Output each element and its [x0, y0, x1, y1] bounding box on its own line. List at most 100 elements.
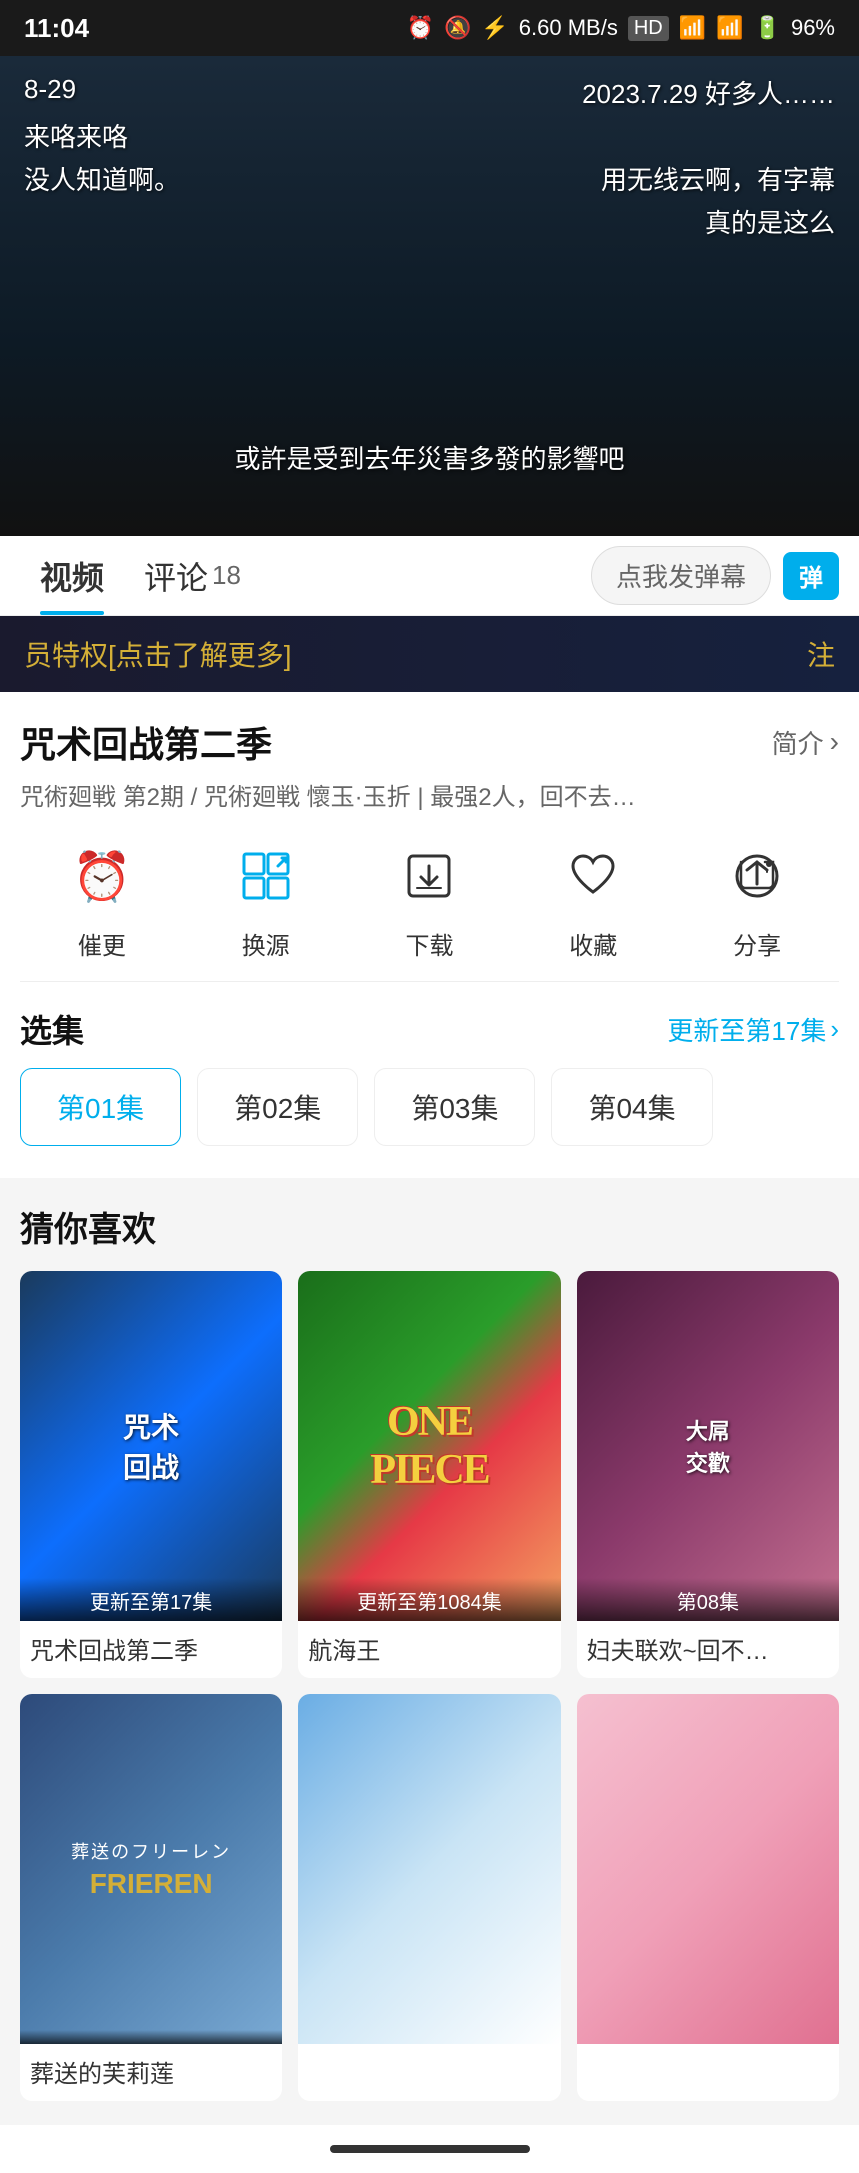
card-badge-dafu: 第08集: [577, 1578, 839, 1621]
alarm-icon: ⏰: [407, 15, 434, 41]
anime-title: 咒术回战第二季: [20, 716, 272, 768]
member-banner-text: 员特权[点击了解更多]: [24, 634, 292, 674]
update-info[interactable]: 更新至第17集 ›: [667, 1011, 839, 1048]
op-logo: ONEPIECE: [370, 1398, 488, 1494]
chevron-right-icon: ›: [830, 1014, 839, 1045]
remind-icon: ⏰: [62, 836, 142, 916]
danmu-row-3: 没人知道啊。 用无线云啊，有字幕: [24, 160, 835, 197]
recommend-card-dafu[interactable]: 大屌交歡 第08集 妇夫联欢~回不…: [577, 1271, 839, 1678]
card-title-dafu: 妇夫联欢~回不…: [577, 1621, 839, 1678]
danmu-row-2: 来咯来咯: [24, 117, 835, 154]
share-button[interactable]: 分享: [717, 836, 797, 961]
divider: [20, 981, 839, 982]
remind-button[interactable]: ⏰ 催更: [62, 836, 142, 961]
card-title-frieren: 葬送的芙莉莲: [20, 2044, 282, 2101]
hd-badge: HD: [628, 16, 669, 41]
card-title-jjk2: 咒术回战第二季: [20, 1621, 282, 1678]
tab-bar: 视频 评论 18 点我发弹幕 弹: [0, 536, 859, 616]
status-bar: 11:04 ⏰ 🔕 ⚡ 6.60 MB/s HD 📶 📶 🔋 96%: [0, 0, 859, 56]
collect-icon: [553, 836, 633, 916]
episode-item-1[interactable]: 第01集: [20, 1068, 181, 1146]
poster-image-5: [298, 1694, 560, 2044]
content-area: 咒术回战第二季 简介 › 咒術廻戦 第2期 / 咒術廻戦 懷玉·玉折 | 最强2…: [0, 692, 859, 1178]
member-banner[interactable]: 员特权[点击了解更多] 注: [0, 616, 859, 692]
danmu-item: 来咯来咯: [24, 117, 128, 154]
card-poster-6: [577, 1694, 839, 2044]
poster-image-dafu: 大屌交歡: [577, 1271, 839, 1621]
danmu-item: 8-29: [24, 74, 76, 111]
recommendations-section: 猜你喜欢 咒术回战 更新至第17集 咒术回战第二季 ONEPIECE 更新至第1…: [0, 1178, 859, 2125]
video-player[interactable]: 8-29 2023.7.29 好多人…… 来咯来咯 没人知道啊。 用无线云啊，有…: [0, 56, 859, 536]
card-badge-jjk2: 更新至第17集: [20, 1578, 282, 1621]
episodes-title: 选集: [20, 1006, 84, 1052]
bottom-bar: [0, 2125, 859, 2173]
status-icons: ⏰ 🔕 ⚡ 6.60 MB/s HD 📶 📶 🔋 96%: [407, 15, 835, 41]
tags-line: 咒術廻戦 第2期 / 咒術廻戦 懷玉·玉折 | 最强2人，回不去…: [20, 780, 839, 816]
bell-mute-icon: 🔕: [444, 15, 471, 41]
recommend-card-jjk2[interactable]: 咒术回战 更新至第17集 咒术回战第二季: [20, 1271, 282, 1678]
danmu-send-button[interactable]: 点我发弹幕: [591, 546, 771, 605]
download-icon: [389, 836, 469, 916]
danmu-item: 没人知道啊。: [24, 160, 180, 197]
tab-comment[interactable]: 评论 18: [124, 536, 261, 615]
intro-button[interactable]: 简介 ›: [772, 724, 839, 761]
recommendations-title: 猜你喜欢: [20, 1202, 839, 1251]
card-poster-jjk2: 咒术回战 更新至第17集: [20, 1271, 282, 1621]
battery-icon: 🔋: [754, 15, 781, 41]
signal-icon: 📶: [716, 15, 743, 41]
danmu-toggle-button[interactable]: 弹: [783, 552, 839, 600]
episodes-header: 选集 更新至第17集 ›: [20, 1006, 839, 1052]
share-icon: [717, 836, 797, 916]
danmu-row-1: 8-29 2023.7.29 好多人……: [24, 74, 835, 111]
card-badge-op: 更新至第1084集: [298, 1578, 560, 1621]
card-title-op: 航海王: [298, 1621, 560, 1678]
danmu-icon: 弹: [799, 558, 823, 593]
intro-label: 简介: [772, 724, 824, 761]
danmu-row-4: 真的是这么: [24, 203, 835, 240]
recommend-card-5[interactable]: [298, 1694, 560, 2101]
tab-video[interactable]: 视频: [20, 536, 124, 615]
battery-percent: 96%: [791, 15, 835, 41]
card-poster-op: ONEPIECE 更新至第1084集: [298, 1271, 560, 1621]
speed-indicator: 6.60 MB/s: [519, 15, 618, 41]
danmu-item: 用无线云啊，有字幕: [601, 160, 835, 197]
card-poster-dafu: 大屌交歡 第08集: [577, 1271, 839, 1621]
share-label: 分享: [733, 926, 781, 961]
remind-label: 催更: [78, 926, 126, 961]
home-indicator: [330, 2145, 530, 2153]
download-button[interactable]: 下载: [389, 836, 469, 961]
poster-image-jjk2: 咒术回战: [20, 1271, 282, 1621]
card-title-5: [298, 2044, 560, 2066]
poster-image-6: [577, 1694, 839, 2044]
comment-count: 18: [212, 560, 241, 591]
recommend-card-op[interactable]: ONEPIECE 更新至第1084集 航海王: [298, 1271, 560, 1678]
danmu-item: 2023.7.29 好多人……: [582, 74, 835, 111]
episode-item-3[interactable]: 第03集: [374, 1068, 535, 1146]
card-badge-frieren: [20, 2030, 282, 2044]
recommend-card-6[interactable]: [577, 1694, 839, 2101]
danmu-area: 点我发弹幕 弹: [591, 546, 839, 605]
episode-item-4[interactable]: 第04集: [551, 1068, 712, 1146]
episode-list: 第01集 第02集 第03集 第04集: [20, 1068, 839, 1154]
recommendations-grid: 咒术回战 更新至第17集 咒术回战第二季 ONEPIECE 更新至第1084集 …: [20, 1271, 839, 2101]
card-poster-frieren: 葬送のフリーレン FRIEREN: [20, 1694, 282, 2044]
chevron-right-icon: ›: [830, 726, 839, 758]
source-icon: [226, 836, 306, 916]
collect-label: 收藏: [569, 926, 617, 961]
wifi-icon: 📶: [679, 15, 706, 41]
bluetooth-icon: ⚡: [481, 15, 508, 41]
download-label: 下载: [405, 926, 453, 961]
card-title-6: [577, 2044, 839, 2066]
card-poster-5: [298, 1694, 560, 2044]
poster-image-frieren: 葬送のフリーレン FRIEREN: [20, 1694, 282, 2044]
member-banner-action[interactable]: 注: [807, 634, 835, 674]
status-time: 11:04: [24, 13, 89, 44]
source-button[interactable]: 换源: [226, 836, 306, 961]
title-section: 咒术回战第二季 简介 ›: [20, 716, 839, 768]
action-buttons: ⏰ 催更 换源: [20, 836, 839, 961]
collect-button[interactable]: 收藏: [553, 836, 633, 961]
danmu-overlay: 8-29 2023.7.29 好多人…… 来咯来咯 没人知道啊。 用无线云啊，有…: [0, 56, 859, 258]
episode-item-2[interactable]: 第02集: [197, 1068, 358, 1146]
danmu-item: 真的是这么: [705, 203, 835, 240]
recommend-card-frieren[interactable]: 葬送のフリーレン FRIEREN 葬送的芙莉莲: [20, 1694, 282, 2101]
